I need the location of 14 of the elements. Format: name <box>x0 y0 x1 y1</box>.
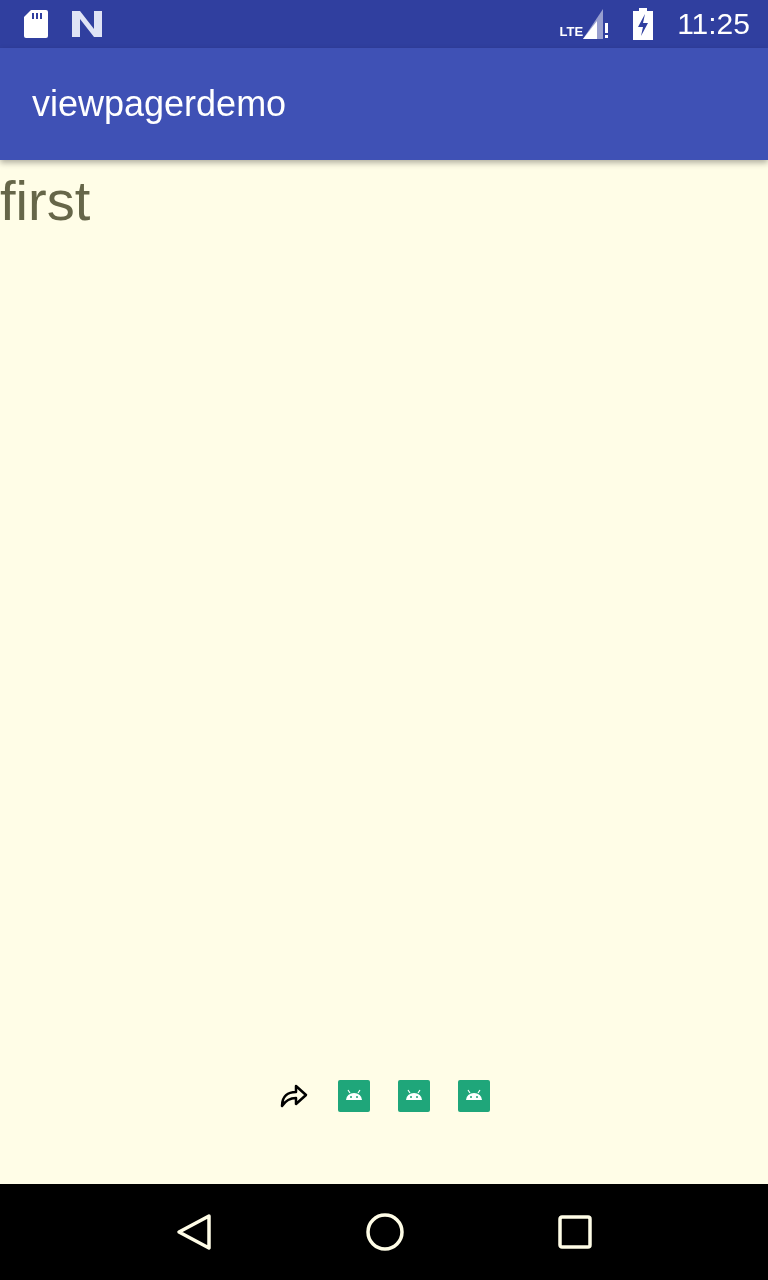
back-icon[interactable] <box>176 1213 213 1251</box>
android-app-icon[interactable] <box>458 1080 490 1112</box>
sd-card-icon <box>24 10 48 38</box>
network-label: LTE <box>559 24 584 39</box>
clock-time: 11:25 <box>677 7 750 41</box>
app-title: viewpagerdemo <box>32 83 287 125</box>
battery-charging-icon <box>633 8 654 40</box>
recents-icon[interactable] <box>557 1215 592 1249</box>
android-app-icon[interactable] <box>398 1080 430 1112</box>
home-icon[interactable] <box>365 1212 405 1252</box>
n-logo-icon <box>72 11 102 37</box>
signal-icon <box>583 9 610 39</box>
page-text: first <box>0 170 91 232</box>
android-app-icon[interactable] <box>338 1080 370 1112</box>
